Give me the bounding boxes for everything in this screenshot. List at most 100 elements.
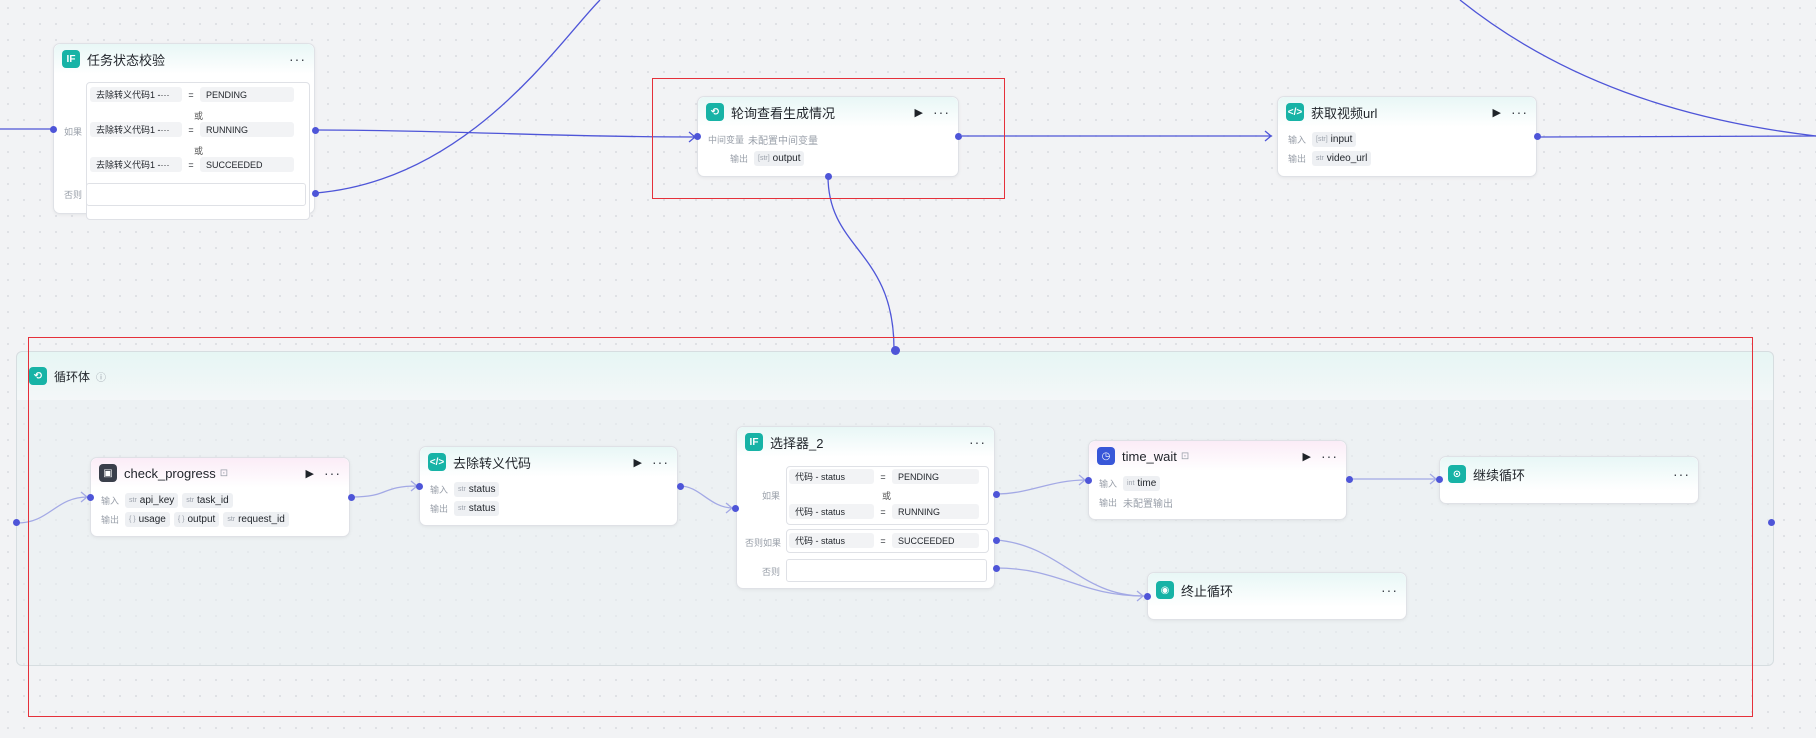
or-label: 或 xyxy=(882,491,892,501)
port-elseif-out[interactable] xyxy=(993,537,1000,544)
condition-op: = xyxy=(188,89,194,100)
condition-left[interactable]: 去除转义代码1 -··· xyxy=(90,122,182,137)
node-time-wait[interactable]: ◷ time_wait ⊡ ▶ ··· 输入 int time 输出 未配置输出 xyxy=(1088,440,1347,520)
or-label: 或 xyxy=(194,111,204,121)
wire-if-to-poll xyxy=(315,129,695,138)
more-icon[interactable]: ··· xyxy=(1381,582,1398,598)
plugin-icon: ▣ xyxy=(99,464,117,482)
condition-op: = xyxy=(880,535,886,546)
port-else-out[interactable] xyxy=(993,565,1000,572)
more-icon[interactable]: ··· xyxy=(1511,104,1528,120)
condition-row[interactable]: 代码 - status = PENDING xyxy=(789,469,979,484)
node-title: check_progress xyxy=(124,465,216,481)
wire-geturl-out xyxy=(1539,135,1816,138)
wire-else-up xyxy=(315,0,601,194)
node-title: 去除转义代码 xyxy=(453,455,532,471)
input-label: 输入 xyxy=(1099,478,1118,489)
node-title: 继续循环 xyxy=(1473,467,1526,483)
if-icon: IF xyxy=(745,433,763,451)
more-icon[interactable]: ··· xyxy=(289,51,306,67)
condition-row[interactable]: 去除转义代码1 -··· = PENDING xyxy=(90,87,294,102)
condition-left[interactable]: 代码 - status xyxy=(789,504,874,519)
if-label: 如果 xyxy=(762,491,781,501)
input-tag: [str] input xyxy=(1312,131,1357,147)
condition-op: = xyxy=(188,159,194,170)
run-icon[interactable]: ▶ xyxy=(634,456,642,469)
plugin-tag-icon: ⊡ xyxy=(219,467,229,479)
more-icon[interactable]: ··· xyxy=(1673,466,1690,482)
input-label: 输入 xyxy=(1288,134,1307,145)
node-title: 终止循环 xyxy=(1181,583,1234,599)
node-continue-loop[interactable]: ⊙ 继续循环 ··· xyxy=(1439,456,1699,504)
port-if-out[interactable] xyxy=(312,127,319,134)
input-tag: str task_id xyxy=(182,492,233,508)
condition-right[interactable]: SUCCEEDED xyxy=(892,533,979,548)
node-title: 选择器_2 xyxy=(770,435,824,451)
output-tag: { } usage xyxy=(125,511,170,527)
condition-right[interactable]: PENDING xyxy=(892,469,979,484)
port-in[interactable] xyxy=(1436,476,1443,483)
code-icon: </> xyxy=(1286,103,1304,121)
condition-right[interactable]: RUNNING xyxy=(892,504,979,519)
condition-right[interactable]: PENDING xyxy=(200,87,294,102)
continue-icon: ⊙ xyxy=(1448,465,1466,483)
port-else-out[interactable] xyxy=(312,190,319,197)
output-label: 输出 xyxy=(1099,497,1118,508)
port-loop-start[interactable] xyxy=(13,519,20,526)
condition-row[interactable]: 去除转义代码1 -··· = SUCCEEDED xyxy=(90,157,294,172)
port-in[interactable] xyxy=(87,494,94,501)
node-check-progress[interactable]: ▣ check_progress ⊡ ▶ ··· 输入 str api_key s… xyxy=(90,457,350,537)
input-label: 输入 xyxy=(430,484,449,495)
more-icon[interactable]: ··· xyxy=(1321,448,1338,464)
run-icon[interactable]: ▶ xyxy=(1493,106,1501,119)
port-in[interactable] xyxy=(416,483,423,490)
output-label: 输出 xyxy=(1288,153,1307,164)
condition-row[interactable]: 代码 - status = RUNNING xyxy=(789,504,979,519)
port-in[interactable] xyxy=(1085,477,1092,484)
output-value: 未配置输出 xyxy=(1123,498,1173,510)
else-box[interactable] xyxy=(786,559,987,582)
port-in[interactable] xyxy=(50,126,57,133)
else-label: 否则 xyxy=(762,567,781,577)
condition-row[interactable]: 去除转义代码1 -··· = RUNNING xyxy=(90,122,294,137)
condition-left[interactable]: 去除转义代码1 -··· xyxy=(90,157,182,172)
condition-right[interactable]: RUNNING xyxy=(200,122,294,137)
if-label: 如果 xyxy=(64,127,83,137)
output-tag: str request_id xyxy=(223,511,289,527)
more-icon[interactable]: ··· xyxy=(652,454,669,470)
node-status-check[interactable]: IF 任务状态校验 ··· 如果 去除转义代码1 -··· = PENDING … xyxy=(53,43,315,220)
condition-left[interactable]: 代码 - status xyxy=(789,469,874,484)
plugin-tag-icon: ⊡ xyxy=(1180,450,1190,462)
port-out[interactable] xyxy=(348,494,355,501)
condition-right[interactable]: SUCCEEDED xyxy=(200,157,294,172)
port-loop-end[interactable] xyxy=(1768,519,1775,526)
port-in[interactable] xyxy=(732,505,739,512)
wire-poll-to-loop xyxy=(827,175,895,350)
port-out[interactable] xyxy=(677,483,684,490)
input-tag: str api_key xyxy=(125,492,179,508)
output-tag: str status xyxy=(454,500,500,516)
condition-row[interactable]: 代码 - status = SUCCEEDED xyxy=(789,533,979,548)
port-in[interactable] xyxy=(1144,593,1151,600)
run-icon[interactable]: ▶ xyxy=(1303,450,1311,463)
if-icon: IF xyxy=(62,50,80,68)
condition-op: = xyxy=(880,471,886,482)
port-if-out[interactable] xyxy=(993,491,1000,498)
condition-left[interactable]: 代码 - status xyxy=(789,533,874,548)
node-get-url[interactable]: </> 获取视频url ▶ ··· 输入 [str] input 输出 str vi… xyxy=(1277,96,1537,177)
node-selector-2[interactable]: IF 选择器_2 ··· 如果 代码 - status = PENDING 或 … xyxy=(736,426,995,589)
port-out[interactable] xyxy=(1534,133,1541,140)
port-out[interactable] xyxy=(1346,476,1353,483)
else-box[interactable] xyxy=(86,183,306,206)
input-label: 输入 xyxy=(101,495,120,506)
more-icon[interactable]: ··· xyxy=(324,465,341,481)
code-icon: </> xyxy=(428,453,446,471)
node-title: time_wait xyxy=(1122,448,1177,464)
node-stop-loop[interactable]: ◉ 终止循环 ··· xyxy=(1147,572,1407,620)
more-icon[interactable]: ··· xyxy=(969,434,986,450)
run-icon[interactable]: ▶ xyxy=(306,467,314,480)
condition-left[interactable]: 去除转义代码1 -··· xyxy=(90,87,182,102)
output-tag: { } output xyxy=(173,511,220,527)
stop-icon: ◉ xyxy=(1156,581,1174,599)
node-strip-code[interactable]: </> 去除转义代码 ▶ ··· 输入 str status 输出 str stat… xyxy=(419,446,678,526)
